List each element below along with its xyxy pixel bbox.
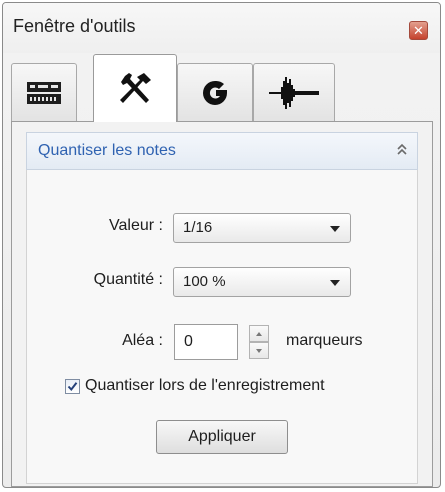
window-title: Fenêtre d'outils — [13, 16, 136, 36]
tab-strip — [11, 54, 371, 122]
quantite-value: 100 % — [183, 273, 226, 290]
checkmark-icon — [67, 382, 78, 392]
section-title: Quantiser les notes — [38, 142, 176, 159]
tool-panel: Quantiser les notes Valeur : 1/16 Quanti… — [11, 121, 433, 487]
alea-decrement-button[interactable] — [249, 342, 269, 359]
close-button[interactable]: ✕ — [409, 21, 428, 40]
mixer-icon — [27, 81, 61, 104]
tab-groove[interactable] — [177, 63, 253, 121]
quantite-select[interactable]: 100 % — [173, 267, 351, 297]
groove-icon — [203, 80, 227, 105]
tab-mixer[interactable] — [11, 63, 77, 121]
tool-window: Fenêtre d'outils ✕ Quantiser les notes V… — [2, 2, 441, 488]
quantize-section-header[interactable]: Quantiser les notes — [26, 132, 418, 170]
close-icon: ✕ — [413, 23, 424, 38]
waveform-icon — [269, 76, 319, 109]
valeur-label: Valeur : — [109, 217, 163, 234]
apply-button[interactable]: Appliquer — [156, 420, 288, 454]
valeur-select[interactable]: 1/16 — [173, 213, 351, 243]
chevron-down-icon — [330, 280, 340, 286]
tab-waveform[interactable] — [253, 63, 335, 121]
arrow-down-icon — [256, 348, 262, 353]
quantize-recording-checkbox[interactable] — [65, 379, 80, 394]
double-chevron-up-icon[interactable] — [395, 142, 409, 158]
alea-label: Aléa : — [122, 332, 163, 349]
arrow-up-icon — [256, 331, 262, 336]
quantize-recording-label: Quantiser lors de l'enregistrement — [85, 377, 325, 394]
quantite-label: Quantité : — [93, 271, 163, 288]
title-bar: Fenêtre d'outils ✕ — [3, 3, 440, 53]
tools-icon — [120, 72, 151, 103]
valeur-value: 1/16 — [183, 219, 213, 236]
alea-unit: marqueurs — [286, 332, 363, 349]
alea-input[interactable] — [174, 324, 238, 360]
alea-increment-button[interactable] — [249, 325, 269, 342]
chevron-down-icon — [330, 226, 340, 232]
quantize-section-body: Valeur : 1/16 Quantité : 100 % Aléa : ma… — [26, 170, 418, 484]
tab-tools[interactable] — [93, 54, 177, 122]
